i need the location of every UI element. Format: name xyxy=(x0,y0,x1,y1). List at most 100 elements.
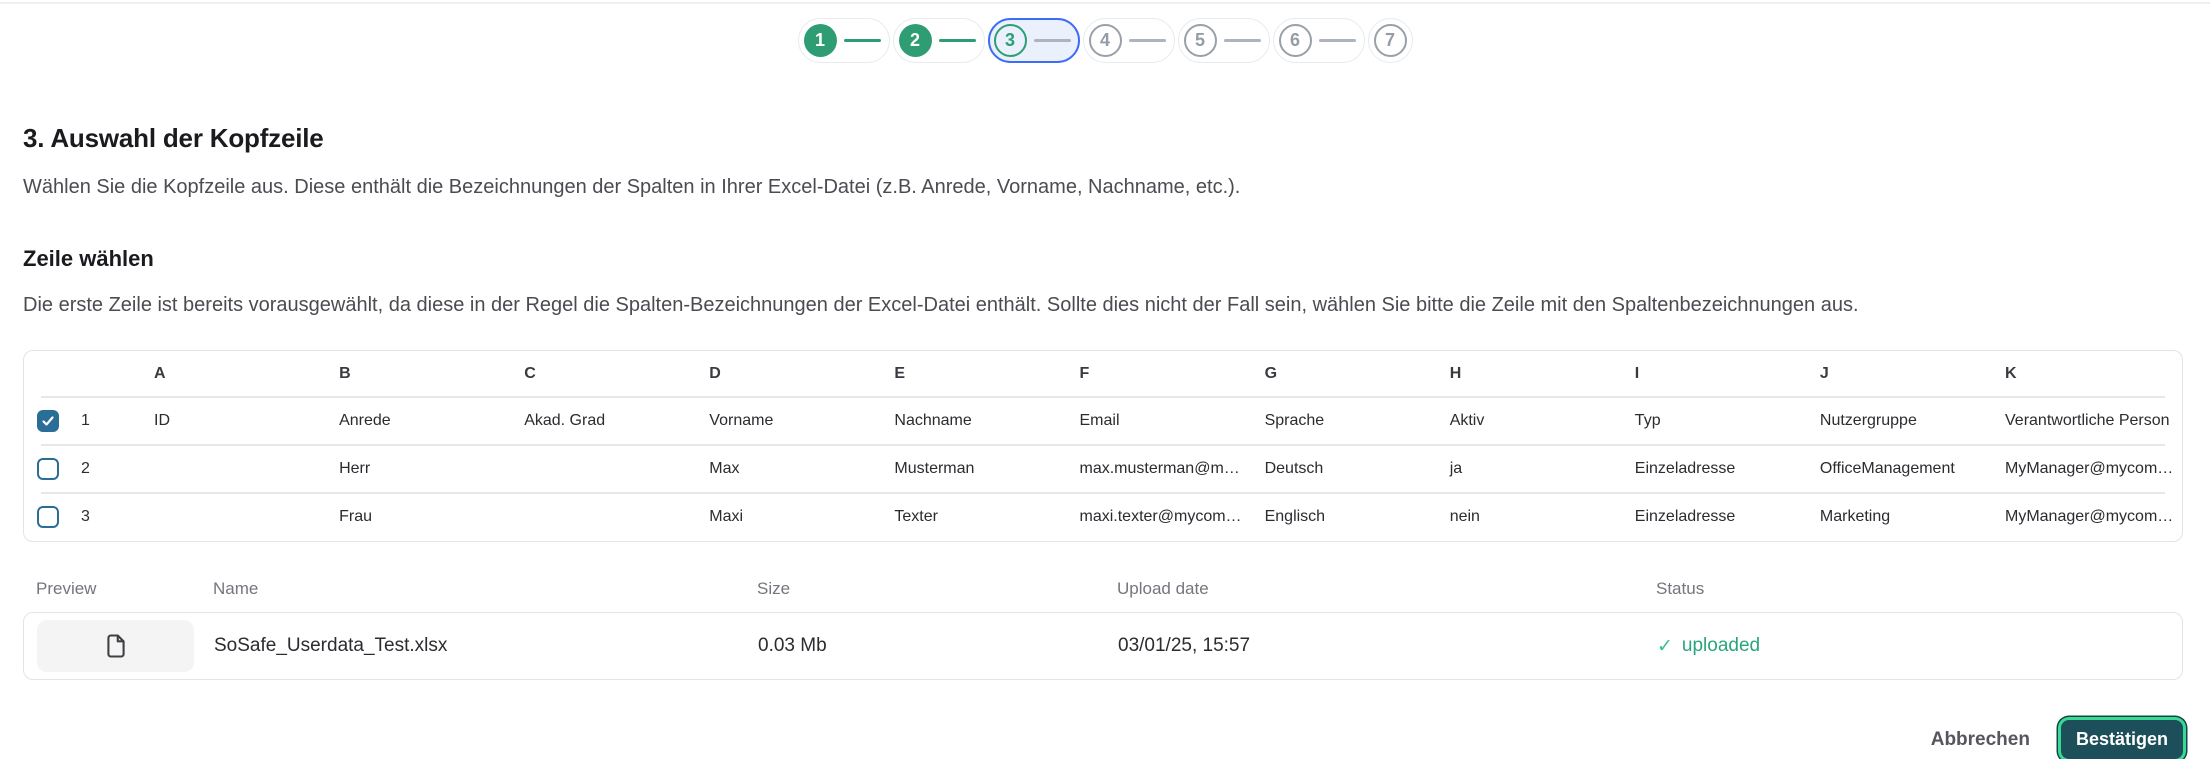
step-7-number: 7 xyxy=(1374,24,1407,57)
row-3-number: 3 xyxy=(81,508,90,526)
sheet-row-1: 1 ID Anrede Akad. Grad Vorname Nachname … xyxy=(24,397,2182,445)
sheet-cell: Aktiv xyxy=(1427,412,1612,430)
file-header-size: Size xyxy=(757,579,1117,599)
step-6-connector xyxy=(1319,39,1356,43)
sheet-cell: Deutsch xyxy=(1242,460,1427,478)
row-3-checkbox[interactable] xyxy=(37,506,59,528)
row-2-checkbox[interactable] xyxy=(37,458,59,480)
column-letter-k: K xyxy=(1982,365,2182,383)
column-letter-i: I xyxy=(1612,365,1797,383)
file-name: SoSafe_Userdata_Test.xlsx xyxy=(214,635,758,657)
sheet-cell: Sprache xyxy=(1242,412,1427,430)
step-4-connector xyxy=(1129,39,1166,43)
column-letter-d: D xyxy=(686,365,871,383)
column-letter-f: F xyxy=(1057,365,1242,383)
sheet-cell: maxi.texter@mycompany.de xyxy=(1057,508,1242,526)
sheet-cell: Texter xyxy=(871,508,1056,526)
step-4-number: 4 xyxy=(1089,24,1122,57)
column-letter-j: J xyxy=(1797,365,1982,383)
sheet-header-row: A B C D E F G H I J K xyxy=(24,351,2182,397)
sheet-cell: Max xyxy=(686,460,871,478)
step-3-connector xyxy=(1034,39,1071,43)
check-icon: ✓ xyxy=(1657,635,1673,658)
sheet-cell: ja xyxy=(1427,460,1612,478)
row-3-select-cell: 3 xyxy=(24,506,131,528)
status-badge: uploaded xyxy=(1682,635,1760,657)
column-letter-g: G xyxy=(1242,365,1427,383)
step-4[interactable]: 4 xyxy=(1083,18,1175,63)
column-letter-h: H xyxy=(1427,365,1612,383)
step-5-connector xyxy=(1224,39,1261,43)
file-header-status: Status xyxy=(1656,579,2183,599)
file-upload-date: 03/01/25, 15:57 xyxy=(1118,635,1657,657)
sheet-cell: Einzeladresse xyxy=(1612,508,1797,526)
file-header-upload-date: Upload date xyxy=(1117,579,1656,599)
step-2-connector xyxy=(939,39,976,43)
page-description: Wählen Sie die Kopfzeile aus. Diese enth… xyxy=(23,175,2187,199)
row-2-number: 2 xyxy=(81,460,90,478)
row-select-title: Zeile wählen xyxy=(23,246,2187,272)
wizard-stepper: 1 2 3 4 5 6 7 xyxy=(0,0,2210,63)
step-5-number: 5 xyxy=(1184,24,1217,57)
step-1-number: 1 xyxy=(804,24,837,57)
step-2-number: 2 xyxy=(899,24,932,57)
file-size: 0.03 Mb xyxy=(758,635,1118,657)
uploaded-file-row: SoSafe_Userdata_Test.xlsx 0.03 Mb 03/01/… xyxy=(23,612,2183,680)
sheet-cell: Verantwortliche Person xyxy=(1982,412,2182,430)
step-1-connector xyxy=(844,39,881,43)
top-divider xyxy=(0,2,2210,4)
step-1[interactable]: 1 xyxy=(798,18,890,63)
file-preview-thumbnail xyxy=(37,620,194,672)
main-content: 3. Auswahl der Kopfzeile Wählen Sie die … xyxy=(0,123,2210,680)
sheet-cell: MyManager@mycompany.de xyxy=(1982,460,2182,478)
sheet-cell: Vorname xyxy=(686,412,871,430)
column-letter-a: A xyxy=(131,365,316,383)
step-6-number: 6 xyxy=(1279,24,1312,57)
sheet-cell: Herr xyxy=(316,460,501,478)
row-2-select-cell: 2 xyxy=(24,458,131,480)
sheet-cell: Frau xyxy=(316,508,501,526)
step-3-active[interactable]: 3 xyxy=(988,18,1080,63)
file-header-preview: Preview xyxy=(36,579,213,599)
file-preview-cell xyxy=(37,620,214,672)
sheet-cell: Nutzergruppe xyxy=(1797,412,1982,430)
row-select-description: Die erste Zeile ist bereits vorausgewähl… xyxy=(23,293,2187,317)
column-letter-e: E xyxy=(871,365,1056,383)
column-letter-b: B xyxy=(316,365,501,383)
column-letter-c: C xyxy=(501,365,686,383)
sheet-cell: Typ xyxy=(1612,412,1797,430)
step-3-number: 3 xyxy=(994,24,1027,57)
sheet-cell: Anrede xyxy=(316,412,501,430)
file-header-name: Name xyxy=(213,579,757,599)
file-icon xyxy=(102,631,130,661)
step-2[interactable]: 2 xyxy=(893,18,985,63)
checkmark-icon xyxy=(41,414,55,428)
sheet-cell: ID xyxy=(131,412,316,430)
step-7[interactable]: 7 xyxy=(1368,18,1413,63)
step-5[interactable]: 5 xyxy=(1178,18,1270,63)
sheet-row-2: 2 Herr Max Musterman max.musterman@mycom… xyxy=(24,445,2182,493)
sheet-cell: Email xyxy=(1057,412,1242,430)
sheet-cell: max.musterman@mycompa... xyxy=(1057,460,1242,478)
step-6[interactable]: 6 xyxy=(1273,18,1365,63)
row-1-checkbox[interactable] xyxy=(37,410,59,432)
row-1-number: 1 xyxy=(81,412,90,430)
sheet-cell: Musterman xyxy=(871,460,1056,478)
sheet-cell: Nachname xyxy=(871,412,1056,430)
cancel-button[interactable]: Abbrechen xyxy=(1927,721,2034,759)
sheet-cell: Maxi xyxy=(686,508,871,526)
row-1-select-cell: 1 xyxy=(24,410,131,432)
sheet-cell: Akad. Grad xyxy=(501,412,686,430)
confirm-button[interactable]: Bestätigen xyxy=(2061,720,2183,759)
sheet-cell: Einzeladresse xyxy=(1612,460,1797,478)
file-table-header: Preview Name Size Upload date Status xyxy=(23,579,2183,599)
sheet-cell: Englisch xyxy=(1242,508,1427,526)
sheet-row-3: 3 Frau Maxi Texter maxi.texter@mycompany… xyxy=(24,493,2182,541)
sheet-cell: Marketing xyxy=(1797,508,1982,526)
sheet-cell: nein xyxy=(1427,508,1612,526)
file-status-cell: ✓ uploaded xyxy=(1657,635,2182,658)
sheet-cell: MyManager@mycompany.de xyxy=(1982,508,2182,526)
footer-actions: Abbrechen Bestätigen xyxy=(23,680,2183,759)
page-title: 3. Auswahl der Kopfzeile xyxy=(23,123,2187,154)
excel-preview-table: A B C D E F G H I J K 1 ID Anrede Akad. … xyxy=(23,350,2183,542)
